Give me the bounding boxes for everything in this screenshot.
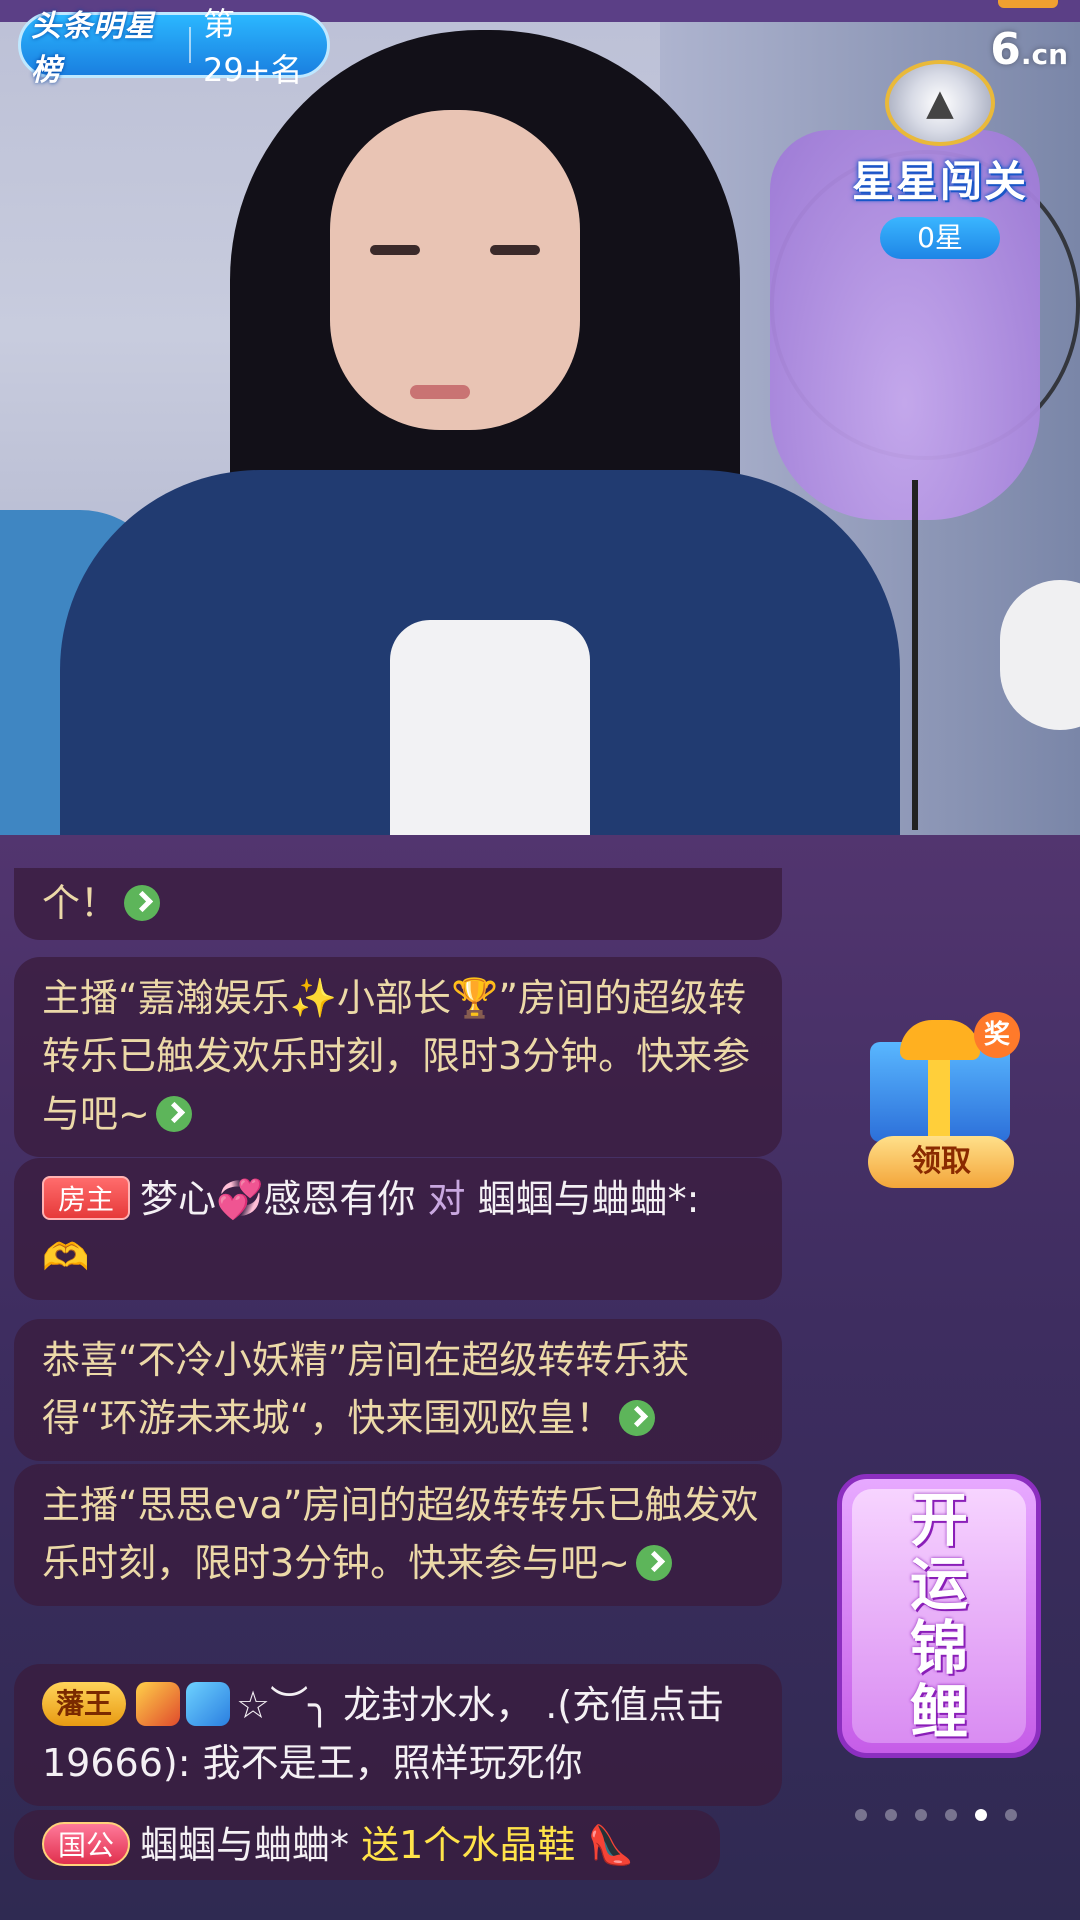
username[interactable]: 梦心 xyxy=(140,1177,216,1221)
streamer-mouth xyxy=(410,385,470,399)
chat-message[interactable]: 主播“嘉瀚娱乐✨小部长🏆”房间的超级转转乐已触发欢乐时刻，限时3分钟。快来参与吧… xyxy=(14,957,782,1157)
gift-text: 送1个水晶鞋 xyxy=(361,1823,576,1867)
prize-badge: 奖 xyxy=(974,1012,1020,1058)
streamer-eye xyxy=(490,245,540,255)
claim-button[interactable]: 领取 xyxy=(868,1136,1014,1188)
sparkle-icon: ✨ xyxy=(289,976,338,1020)
star-symbol: ☆ xyxy=(236,1683,271,1727)
star-count: 0星 xyxy=(880,217,1000,259)
background-stand xyxy=(912,480,918,830)
banner-char: 运 xyxy=(909,1550,968,1618)
message-text: 恭喜“不冷小妖精”房间在超级转转乐获得“环游未来城“，快来围观欧皇！ xyxy=(42,1338,690,1440)
star-challenge-title: 星星闯关 xyxy=(851,157,1028,206)
banner-char: 锦 xyxy=(909,1614,968,1682)
streamer-shirt xyxy=(390,620,590,835)
decor-symbol: ︶╮ xyxy=(270,1683,331,1727)
username[interactable]: 感恩有你 xyxy=(263,1177,415,1221)
carousel-indicator[interactable] xyxy=(855,1809,1017,1821)
star-rank-badge[interactable]: 头条明星榜 第29+名 xyxy=(18,5,330,89)
star-challenge-widget[interactable]: ▲ 星星闯关 0星 xyxy=(845,60,1035,260)
divider xyxy=(189,27,191,63)
message-to: 对 xyxy=(427,1177,466,1221)
chat-message[interactable]: 房主 梦心💞感恩有你 对 蝈蝈与蛐蛐*: 🫶 xyxy=(14,1158,782,1300)
arrow-right-icon[interactable] xyxy=(124,884,161,921)
rank-text: 第29+名 xyxy=(203,5,303,89)
message-text: 小部长 xyxy=(337,976,452,1020)
reward-gift-box[interactable]: 奖 领取 xyxy=(860,1012,1020,1188)
owner-badge: 房主 xyxy=(42,1175,131,1220)
trophy-icon: 🏆 xyxy=(451,976,499,1020)
target-username[interactable]: 蝈蝈与蛐蛐*: xyxy=(478,1177,700,1221)
arrow-right-icon[interactable] xyxy=(155,1095,192,1132)
arrow-right-icon[interactable] xyxy=(619,1399,656,1436)
heart-icon: 💞 xyxy=(216,1177,264,1221)
banner-char: 鲤 xyxy=(909,1678,968,1746)
lucky-koi-inner: 开 运 锦 鲤 xyxy=(852,1486,1026,1746)
message-text: 个！ xyxy=(42,881,119,925)
rank-logo: 头条明星榜 xyxy=(31,9,155,88)
message-text: 主播“嘉瀚娱乐 xyxy=(42,976,290,1020)
crystal-shoe-icon: 👠 xyxy=(587,1823,635,1867)
username[interactable]: 蝈蝈与蛐蛐* xyxy=(140,1823,349,1867)
medal-icon xyxy=(136,1681,181,1726)
chat-message[interactable]: 个！ xyxy=(14,868,782,940)
carousel-dot[interactable] xyxy=(975,1809,987,1821)
chat-message[interactable]: 主播“思思eva”房间的超级转转乐已触发欢乐时刻，限时3分钟。快来参与吧~ xyxy=(14,1464,782,1606)
carousel-dot[interactable] xyxy=(915,1809,927,1821)
streamer-eye xyxy=(370,245,420,255)
chat-message[interactable]: 国公 蝈蝈与蛐蛐* 送1个水晶鞋 👠 xyxy=(14,1810,720,1880)
gift-cube-icon xyxy=(186,1681,231,1726)
carousel-dot[interactable] xyxy=(1005,1809,1017,1821)
gift-bow xyxy=(900,1020,980,1060)
corner-tab xyxy=(998,0,1058,8)
carousel-dot[interactable] xyxy=(945,1809,957,1821)
username[interactable]: 龙封水水， xyxy=(343,1683,533,1727)
carousel-dot[interactable] xyxy=(885,1809,897,1821)
hand-heart-icon: 🫶 xyxy=(42,1235,90,1279)
carousel-dot[interactable] xyxy=(855,1809,867,1821)
arrow-right-icon[interactable] xyxy=(636,1544,673,1581)
lucky-koi-banner[interactable]: 开 运 锦 鲤 xyxy=(837,1474,1041,1758)
streamer-face xyxy=(330,110,580,430)
chat-message[interactable]: 恭喜“不冷小妖精”房间在超级转转乐获得“环游未来城“，快来围观欧皇！ xyxy=(14,1319,782,1461)
live-video[interactable]: 头条明星榜 第29+名 6.cn ▲ 星星闯关 0星 xyxy=(0,0,1080,835)
vip-king-badge: 藩王 xyxy=(42,1681,127,1726)
vip-duke-badge: 国公 xyxy=(42,1821,131,1866)
warning-medal-icon: ▲ xyxy=(885,60,995,146)
chat-message[interactable]: 藩王 ☆︶╮ 龙封水水， .(充值点击19666): 我不是王，照样玩死你 xyxy=(14,1664,782,1806)
banner-char: 开 xyxy=(909,1486,968,1554)
